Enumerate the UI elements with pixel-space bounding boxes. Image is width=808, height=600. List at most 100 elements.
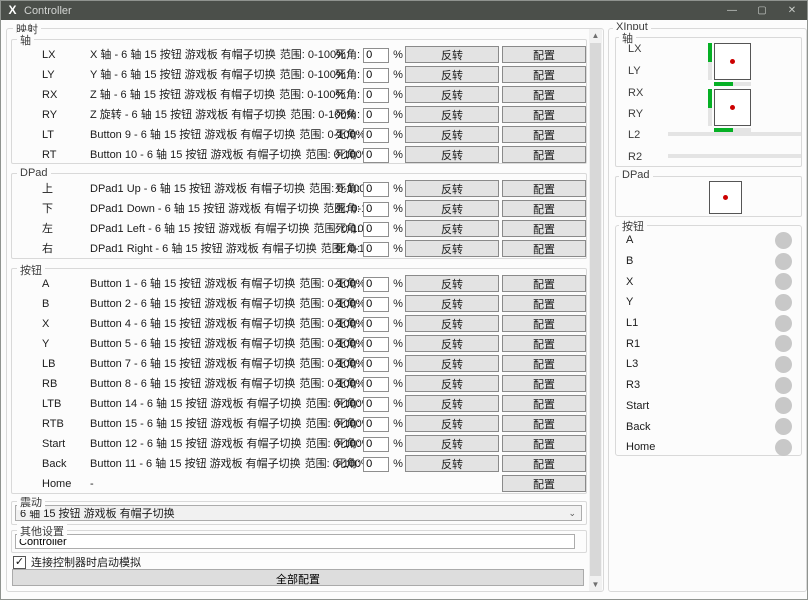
config-button[interactable]: 配置 [502, 455, 586, 472]
mapping-row-LB: LB Button 7 - 6 轴 15 按钮 游戏板 有帽子切换 范围: 0-… [12, 354, 586, 374]
scroll-up-icon[interactable]: ▲ [589, 29, 602, 42]
xinput-dpad-label: DPad [619, 169, 653, 181]
config-button[interactable]: 配置 [502, 146, 586, 163]
deadzone-input[interactable] [363, 437, 389, 452]
deadzone-input[interactable] [363, 457, 389, 472]
percent-label: % [393, 105, 403, 125]
deadzone-input[interactable] [363, 222, 389, 237]
invert-button[interactable]: 反转 [405, 355, 499, 372]
xinput-buttons-groupbox: A B X Y L1 R1 L3 R3 Start Back Home [615, 225, 802, 456]
mapping-row-Home: Home - 配置 [12, 474, 586, 494]
mapping-description: Button 10 - 6 轴 15 按钮 游戏板 有帽子切换 [90, 145, 302, 165]
invert-button[interactable]: 反转 [405, 455, 499, 472]
config-button[interactable]: 配置 [502, 180, 586, 197]
vibration-select[interactable]: 6 轴 15 按钮 游戏板 有帽子切换 ⌄ [15, 505, 582, 521]
mapping-key: RY [42, 105, 57, 125]
deadzone-input[interactable] [363, 277, 389, 292]
config-button[interactable]: 配置 [502, 220, 586, 237]
config-button[interactable]: 配置 [502, 200, 586, 217]
deadzone-input[interactable] [363, 202, 389, 217]
deadzone-input[interactable] [363, 397, 389, 412]
config-button[interactable]: 配置 [502, 86, 586, 103]
mapping-row-上: 上 DPad1 Up - 6 轴 15 按钮 游戏板 有帽子切换 范围: 0-1… [12, 179, 586, 199]
mapping-description: DPad1 Left - 6 轴 15 按钮 游戏板 有帽子切换 [90, 219, 309, 239]
xinput-button-key: Start [626, 400, 649, 412]
deadzone-input[interactable] [363, 88, 389, 103]
config-button[interactable]: 配置 [502, 375, 586, 392]
invert-button[interactable]: 反转 [405, 66, 499, 83]
config-button[interactable]: 配置 [502, 275, 586, 292]
xinput-button-key: L1 [626, 317, 638, 329]
config-button[interactable]: 配置 [502, 240, 586, 257]
minimize-button[interactable]: — [717, 1, 747, 20]
deadzone-input[interactable] [363, 182, 389, 197]
deadzone-input[interactable] [363, 297, 389, 312]
titlebar: X Controller — ▢ ✕ [1, 1, 807, 20]
invert-button[interactable]: 反转 [405, 415, 499, 432]
invert-button[interactable]: 反转 [405, 146, 499, 163]
invert-button[interactable]: 反转 [405, 395, 499, 412]
mapping-key: 右 [42, 239, 53, 259]
config-button[interactable]: 配置 [502, 66, 586, 83]
config-button[interactable]: 配置 [502, 335, 586, 352]
config-button[interactable]: 配置 [502, 46, 586, 63]
config-button[interactable]: 配置 [502, 315, 586, 332]
config-button[interactable]: 配置 [502, 126, 586, 143]
invert-button[interactable]: 反转 [405, 220, 499, 237]
scrollbar-thumb[interactable] [590, 43, 601, 576]
mapping-key: 下 [42, 199, 53, 219]
mapping-description: Button 12 - 6 轴 15 按钮 游戏板 有帽子切换 [90, 434, 302, 454]
percent-label: % [393, 125, 403, 145]
config-button[interactable]: 配置 [502, 395, 586, 412]
deadzone-input[interactable] [363, 317, 389, 332]
invert-button[interactable]: 反转 [405, 180, 499, 197]
invert-button[interactable]: 反转 [405, 126, 499, 143]
deadzone-input[interactable] [363, 242, 389, 257]
invert-button[interactable]: 反转 [405, 106, 499, 123]
invert-button[interactable]: 反转 [405, 46, 499, 63]
deadzone-input[interactable] [363, 108, 389, 123]
config-button[interactable]: 配置 [502, 355, 586, 372]
invert-button[interactable]: 反转 [405, 86, 499, 103]
invert-button[interactable]: 反转 [405, 435, 499, 452]
configure-all-button[interactable]: 全部配置 [12, 569, 584, 586]
config-button[interactable]: 配置 [502, 106, 586, 123]
mapping-key: RTB [42, 414, 64, 434]
maximize-button[interactable]: ▢ [747, 1, 777, 20]
mapping-scrollbar[interactable]: ▲ ▼ [589, 29, 602, 591]
invert-button[interactable]: 反转 [405, 315, 499, 332]
invert-button[interactable]: 反转 [405, 240, 499, 257]
invert-button[interactable]: 反转 [405, 200, 499, 217]
deadzone-input[interactable] [363, 377, 389, 392]
config-button[interactable]: 配置 [502, 435, 586, 452]
invert-button[interactable]: 反转 [405, 335, 499, 352]
invert-button[interactable]: 反转 [405, 375, 499, 392]
scroll-down-icon[interactable]: ▼ [589, 578, 602, 591]
controller-name-input[interactable] [15, 534, 575, 549]
deadzone-input[interactable] [363, 337, 389, 352]
buttons-groupbox: A Button 1 - 6 轴 15 按钮 游戏板 有帽子切换 范围: 0-1… [11, 268, 587, 494]
mapping-description: DPad1 Down - 6 轴 15 按钮 游戏板 有帽子切换 [90, 199, 319, 219]
config-button[interactable]: 配置 [502, 295, 586, 312]
deadzone-input[interactable] [363, 48, 389, 63]
deadzone-label: 死角: [335, 274, 360, 294]
mapping-description: Button 11 - 6 轴 15 按钮 游戏板 有帽子切换 [90, 454, 301, 474]
dpad-group-label: DPad [17, 167, 51, 179]
deadzone-input[interactable] [363, 417, 389, 432]
deadzone-input[interactable] [363, 148, 389, 163]
deadzone-label: 死角: [335, 454, 360, 474]
config-button[interactable]: 配置 [502, 415, 586, 432]
close-button[interactable]: ✕ [777, 1, 807, 20]
autostart-checkbox[interactable]: ✓ [13, 556, 26, 569]
deadzone-input[interactable] [363, 357, 389, 372]
stick-y-bar [708, 43, 712, 80]
xinput-button-key: Y [626, 296, 633, 308]
invert-button[interactable]: 反转 [405, 275, 499, 292]
mapping-key: RB [42, 374, 57, 394]
deadzone-input[interactable] [363, 128, 389, 143]
config-button[interactable]: 配置 [502, 475, 586, 492]
deadzone-input[interactable] [363, 68, 389, 83]
xinput-axis-label-R2: R2 [625, 151, 645, 163]
invert-button[interactable]: 反转 [405, 295, 499, 312]
mapping-description: Button 1 - 6 轴 15 按钮 游戏板 有帽子切换 [90, 274, 295, 294]
